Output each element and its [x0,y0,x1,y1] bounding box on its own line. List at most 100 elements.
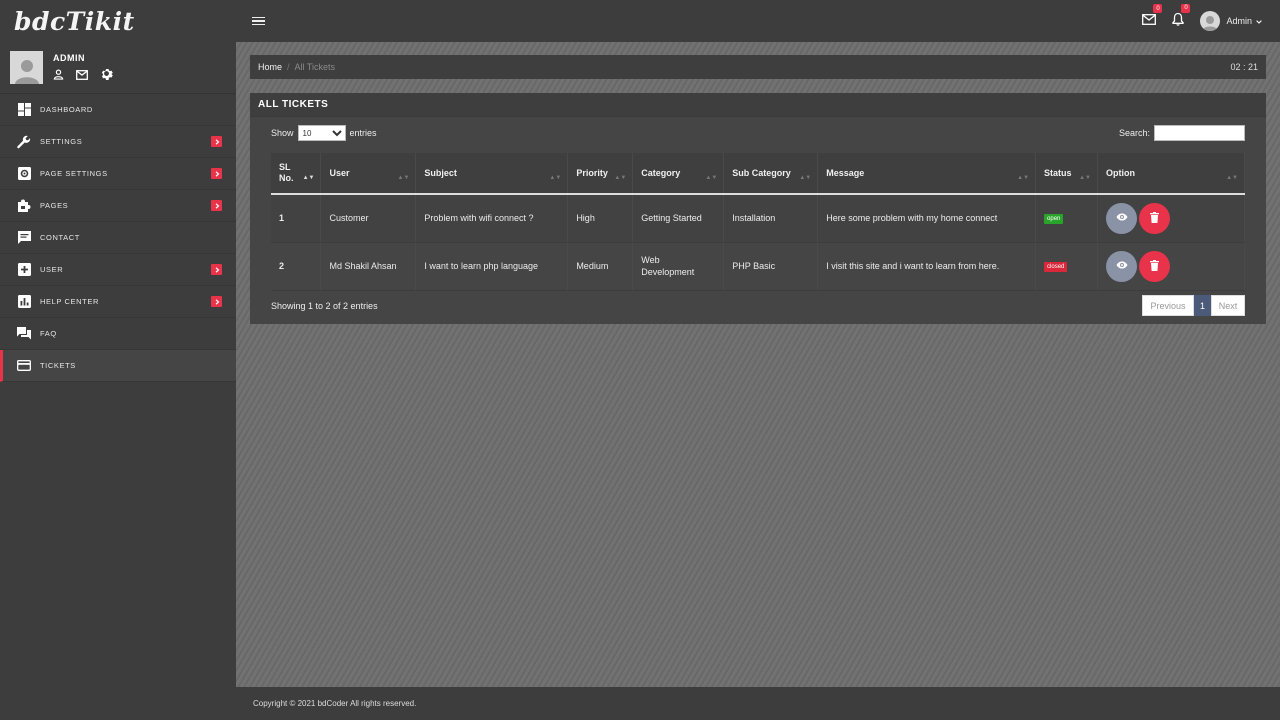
sidebar-item-label: TICKETS [40,361,76,370]
delete-ticket-button[interactable] [1139,250,1170,282]
messages-count-badge: 0 [1153,4,1163,13]
sidebar-item-help-center[interactable]: HELP CENTER [0,286,236,318]
sidebar-item-label: PAGES [40,201,69,210]
chevron-right-icon [211,296,222,307]
cell-option [1097,242,1245,291]
notifications-count-badge: 0 [1181,3,1191,13]
user-avatar[interactable] [1200,11,1221,31]
sidebar-item-label: FAQ [40,329,57,338]
bell-icon [1172,12,1185,31]
delete-ticket-button[interactable] [1139,202,1170,234]
search-input[interactable] [1154,125,1245,141]
page-1-button[interactable]: 1 [1194,295,1211,316]
table-controls: Show 10 entries Search: [250,117,1266,141]
sidebar-item-label: PAGE SETTINGS [40,169,108,178]
gear-icon[interactable] [100,67,113,85]
cell-priority: High [567,194,634,243]
status-badge: open [1044,214,1064,225]
column-header-user[interactable]: User ▲▼ [320,153,417,195]
chevron-right-icon [211,136,222,147]
wrench-icon [17,135,31,149]
credit-card-icon [17,359,31,373]
sidebar-item-user[interactable]: USER [0,254,236,286]
sidebar-item-label: CONTACT [40,233,80,242]
cell-user: Md Shakil Ahsan [320,242,417,291]
tickets-panel: ALL TICKETS Show 10 entries Search: SL N… [250,93,1266,324]
sidebar-item-label: SETTINGS [40,137,83,146]
cog-box-icon [17,167,31,181]
column-header-sub-category[interactable]: Sub Category ▲▼ [723,153,819,195]
panel-title: ALL TICKETS [250,93,1266,117]
previous-page-button[interactable]: Previous [1142,295,1194,316]
cell-subject: I want to learn php language [415,242,569,291]
table-row: 2 Md Shakil Ahsan I want to learn php la… [271,242,1245,291]
breadcrumb: Home / All Tickets 02 : 21 [250,55,1266,79]
puzzle-icon [17,199,31,213]
sort-icon: ▲▼ [397,175,410,181]
column-header-sl[interactable]: SL No. ▲▼ [271,153,322,195]
topbar: 0 0 Admin [236,0,1280,42]
pagination: Previous 1 Next [1142,295,1245,316]
chevron-down-icon [1256,16,1262,26]
view-ticket-button[interactable] [1106,250,1137,282]
column-header-subject[interactable]: Subject ▲▼ [415,153,569,195]
eye-icon [1116,213,1128,223]
eye-icon [1116,261,1128,271]
sidebar-item-tickets[interactable]: TICKETS [0,350,236,382]
status-badge: closed [1044,262,1068,272]
sidebar-item-page-settings[interactable]: PAGE SETTINGS [0,158,236,190]
column-header-status[interactable]: Status ▲▼ [1035,153,1098,195]
breadcrumb-home-link[interactable]: Home [258,62,282,72]
mail-icon[interactable] [76,67,88,85]
search-label: Search: [1118,128,1150,138]
breadcrumb-separator: / [287,62,290,72]
tickets-table: SL No. ▲▼ User ▲▼ Subject ▲▼ Priority ▲▼ Cat… [271,153,1245,291]
column-header-priority[interactable]: Priority ▲▼ [567,153,634,195]
cell-category: Web Development [632,242,725,291]
app-logo[interactable]: bdcTikit [0,0,236,42]
show-label: Show [271,128,294,138]
sidebar-item-pages[interactable]: PAGES [0,190,236,222]
trash-icon [1150,211,1159,225]
view-ticket-button[interactable] [1106,202,1137,234]
table-row: 1 Customer Problem with wifi connect ? H… [271,194,1245,243]
sort-icon: ▲▼ [705,175,718,181]
sidebar-item-contact[interactable]: CONTACT [0,222,236,254]
avatar[interactable] [10,51,43,84]
sidebar-item-label: HELP CENTER [40,297,99,306]
cell-user: Customer [320,194,417,243]
sort-icon: ▲▼ [1226,175,1238,181]
entries-label: entries [349,128,377,138]
cell-option [1097,194,1245,243]
sort-icon: ▲▼ [549,175,562,181]
sidebar-item-settings[interactable]: SETTINGS [0,126,236,158]
column-header-option[interactable]: Option ▲▼ [1097,153,1245,195]
cell-sl: 2 [271,242,322,291]
user-menu-toggle[interactable]: Admin [1226,16,1262,26]
sidebar-item-dashboard[interactable]: DASHBOARD [0,94,236,126]
sidebar: bdcTikit ADMIN DASHBOARD SETTINGS PAGE S… [0,0,236,720]
user-icon[interactable] [53,67,64,85]
next-page-button[interactable]: Next [1211,295,1245,316]
sort-icon: ▲▼ [1079,175,1091,181]
table-footer: Showing 1 to 2 of 2 entries Previous 1 N… [271,295,1245,316]
notifications-button[interactable]: 0 [1172,3,1191,31]
hamburger-menu-icon[interactable] [252,16,265,26]
cell-subject: Problem with wifi connect ? [415,194,569,243]
user-menu-label: Admin [1226,16,1252,26]
column-header-category[interactable]: Category ▲▼ [632,153,725,195]
dashboard-icon [17,103,31,117]
chevron-right-icon [211,200,222,211]
messages-button[interactable]: 0 [1142,4,1163,30]
page-size-select[interactable]: 10 [297,125,346,141]
cell-message: Here some problem with my home connect [817,194,1037,243]
sidebar-item-label: USER [40,265,64,274]
chevron-right-icon [211,168,222,179]
chat-icon [17,231,31,245]
cell-message: I visit this site and i want to learn fr… [817,242,1037,291]
table-header-row: SL No. ▲▼ User ▲▼ Subject ▲▼ Priority ▲▼ Cat… [271,153,1245,195]
copyright-text: Copyright © 2021 bdCoder All rights rese… [253,699,417,708]
sort-icon: ▲▼ [614,175,627,181]
sidebar-item-faq[interactable]: FAQ [0,318,236,350]
column-header-message[interactable]: Message ▲▼ [817,153,1037,195]
